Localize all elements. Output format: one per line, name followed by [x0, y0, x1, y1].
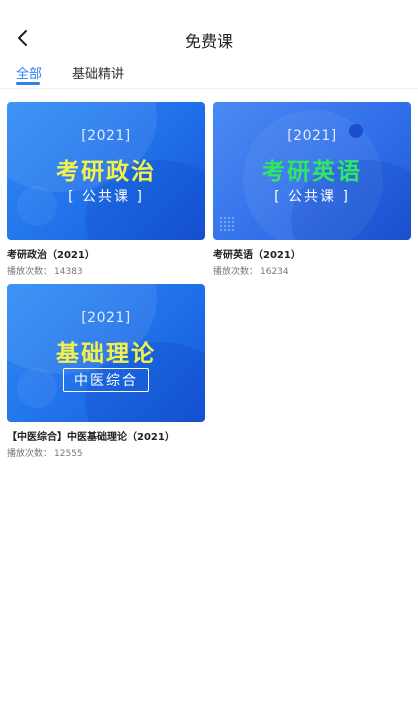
- thumb-subtitle-box: 中医综合: [7, 368, 205, 392]
- thumb-subtitle: [ 公共课 ]: [68, 189, 144, 205]
- course-card-english[interactable]: [2021] 考研英语 [ 公共课 ] 考研英语（2021） 播放次数： 1623…: [213, 102, 411, 277]
- course-name: 【中医综合】中医基础理论（2021）: [7, 432, 175, 443]
- play-count-label: 播放次数：: [7, 449, 53, 459]
- play-count-value: 16234: [260, 267, 289, 277]
- play-count-value: 14383: [54, 267, 83, 277]
- course-card-politics[interactable]: [2021] 考研政治 [ 公共课 ] 考研政治（2021） 播放次数： 1438…: [7, 102, 205, 277]
- play-count-value: 12555: [54, 449, 83, 459]
- thumb-year: [2021]: [287, 128, 337, 144]
- play-count-label: 播放次数：: [7, 267, 53, 277]
- play-count: 播放次数： 16234: [213, 264, 411, 277]
- page-title: 免费课: [184, 32, 233, 51]
- play-count: 播放次数： 14383: [7, 264, 205, 277]
- thumb-title: 考研政治: [56, 159, 156, 185]
- thumb-title: 考研英语: [262, 159, 362, 185]
- course-thumbnail: [2021] 基础理论 中医综合: [7, 284, 205, 422]
- course-thumbnail: [2021] 考研英语 [ 公共课 ]: [213, 102, 411, 240]
- play-count-label: 播放次数：: [213, 267, 259, 277]
- course-name: 考研政治（2021）: [7, 250, 95, 261]
- tab-basic[interactable]: 基础精讲: [72, 63, 124, 82]
- tab-all[interactable]: 全部: [16, 63, 42, 82]
- course-thumbnail: [2021] 考研政治 [ 公共课 ]: [7, 102, 205, 240]
- tab-bar: 全部 基础精讲: [0, 58, 418, 89]
- thumb-year: [2021]: [81, 128, 131, 144]
- play-count: 播放次数： 12555: [7, 446, 205, 459]
- thumb-title: 基础理论: [56, 341, 156, 367]
- thumb-subtitle: [ 公共课 ]: [274, 189, 350, 205]
- course-name: 考研英语（2021）: [213, 250, 301, 261]
- thumb-subtitle: 中医综合: [63, 368, 149, 392]
- course-card-tcm-basics[interactable]: [2021] 基础理论 中医综合 【中医综合】中医基础理论（2021） 播放次数…: [7, 284, 205, 459]
- active-tab-indicator: [16, 82, 40, 85]
- thumb-year: [2021]: [81, 310, 131, 326]
